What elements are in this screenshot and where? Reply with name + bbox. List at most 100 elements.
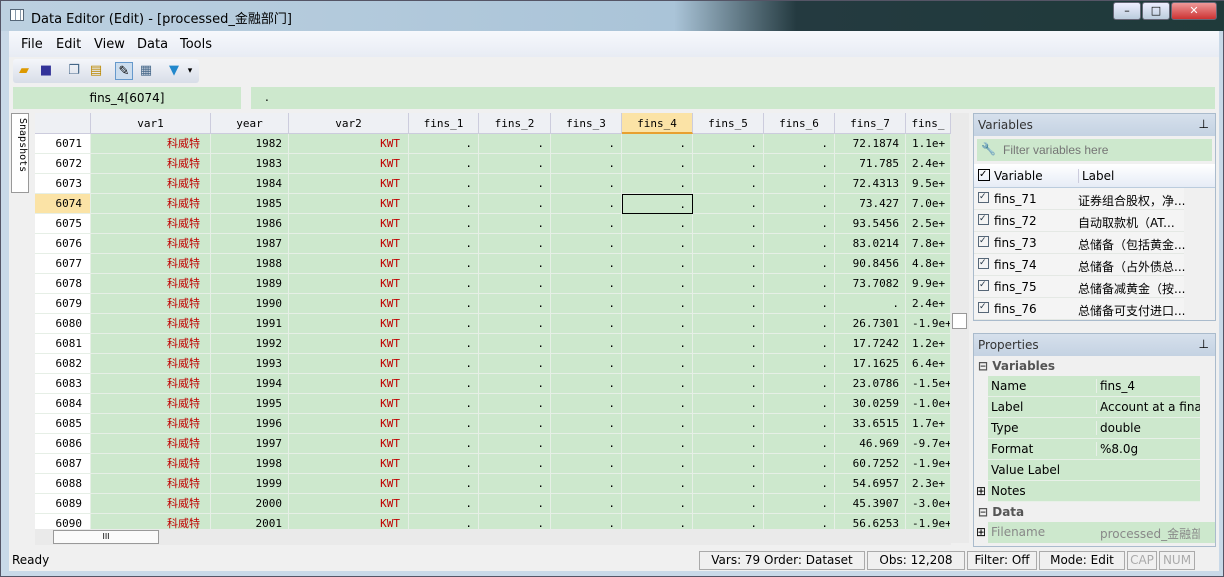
column-header-fins_5[interactable]: fins_5 bbox=[693, 113, 764, 134]
select-all-checkbox[interactable]: ✓ bbox=[978, 169, 990, 181]
save-icon[interactable]: ■ bbox=[37, 62, 55, 80]
table-cell-fins_6[interactable]: . bbox=[764, 234, 835, 254]
expand-icon[interactable]: ⊞ bbox=[976, 484, 986, 498]
table-cell-var2[interactable]: KWT bbox=[289, 174, 409, 194]
data-grid[interactable]: var1 year var2 fins_1 fins_2 fins_3 fins_4 fins… bbox=[35, 113, 969, 543]
maximize-button[interactable]: □ bbox=[1142, 2, 1170, 20]
variable-checkbox[interactable]: ✓ bbox=[978, 258, 989, 269]
table-cell-fins_[interactable]: 7.8e+ bbox=[906, 234, 951, 254]
table-cell-fins_3[interactable]: . bbox=[551, 474, 622, 494]
table-cell-fins_6[interactable]: . bbox=[764, 374, 835, 394]
table-cell-fins_[interactable]: 2.4e+ bbox=[906, 154, 951, 174]
table-cell-var1[interactable]: 科威特 bbox=[91, 474, 211, 494]
column-header-fins_2[interactable]: fins_2 bbox=[479, 113, 551, 134]
table-cell-fins_7[interactable]: 72.1874 bbox=[835, 134, 906, 154]
variable-list-item[interactable]: ✓ fins_74 总储备（占外债总... bbox=[974, 254, 1185, 276]
table-cell-year[interactable]: 1986 bbox=[211, 214, 289, 234]
table-cell-fins_7[interactable]: 60.7252 bbox=[835, 454, 906, 474]
table-cell-fins_6[interactable]: . bbox=[764, 214, 835, 234]
table-cell-var2[interactable]: KWT bbox=[289, 394, 409, 414]
property-row-filename[interactable]: ⊞ Filename processed_金融部 bbox=[976, 522, 1215, 543]
table-cell-fins_6[interactable]: . bbox=[764, 194, 835, 214]
table-cell-year[interactable]: 1994 bbox=[211, 374, 289, 394]
table-cell-fins_4[interactable]: . bbox=[622, 494, 693, 514]
table-cell-fins_5[interactable]: . bbox=[693, 274, 764, 294]
table-cell-fins_7[interactable]: . bbox=[835, 294, 906, 314]
row-number[interactable]: 6072 bbox=[35, 154, 91, 174]
table-cell-fins_1[interactable]: . bbox=[409, 274, 479, 294]
table-cell-var1[interactable]: 科威特 bbox=[91, 174, 211, 194]
table-cell-var2[interactable]: KWT bbox=[289, 474, 409, 494]
row-number[interactable]: 6084 bbox=[35, 394, 91, 414]
row-number[interactable]: 6088 bbox=[35, 474, 91, 494]
row-number[interactable]: 6077 bbox=[35, 254, 91, 274]
table-cell-fins_1[interactable]: . bbox=[409, 134, 479, 154]
table-cell-var1[interactable]: 科威特 bbox=[91, 154, 211, 174]
property-row-format[interactable]: Format %8.0g bbox=[988, 439, 1200, 460]
table-cell-year[interactable]: 1992 bbox=[211, 334, 289, 354]
row-number[interactable]: 6075 bbox=[35, 214, 91, 234]
table-cell-fins_1[interactable]: . bbox=[409, 354, 479, 374]
property-row-notes[interactable]: ⊞ Notes bbox=[976, 481, 1200, 502]
table-cell-var1[interactable]: 科威特 bbox=[91, 494, 211, 514]
table-cell-fins_3[interactable]: . bbox=[551, 394, 622, 414]
table-cell-fins_[interactable]: 2.3e+ bbox=[906, 474, 951, 494]
filter-variables-input[interactable] bbox=[999, 139, 1213, 161]
table-cell-fins_[interactable]: 2.4e+ bbox=[906, 294, 951, 314]
row-number[interactable]: 6074 bbox=[35, 194, 91, 214]
table-cell-fins_7[interactable]: 71.785 bbox=[835, 154, 906, 174]
table-cell-fins_[interactable]: -1.5e+ bbox=[906, 374, 951, 394]
table-cell-fins_3[interactable]: . bbox=[551, 454, 622, 474]
table-cell-fins_5[interactable]: . bbox=[693, 254, 764, 274]
table-cell-fins_7[interactable]: 73.7082 bbox=[835, 274, 906, 294]
table-cell-var2[interactable]: KWT bbox=[289, 354, 409, 374]
table-cell-fins_3[interactable]: . bbox=[551, 334, 622, 354]
table-cell-fins_2[interactable]: . bbox=[479, 254, 551, 274]
table-cell-fins_2[interactable]: . bbox=[479, 334, 551, 354]
table-cell-fins_5[interactable]: . bbox=[693, 234, 764, 254]
table-cell-fins_6[interactable]: . bbox=[764, 254, 835, 274]
menu-data[interactable]: Data bbox=[137, 37, 168, 52]
table-cell-fins_3[interactable]: . bbox=[551, 214, 622, 234]
property-row-label[interactable]: Label Account at a finar bbox=[988, 397, 1200, 418]
table-cell-var2[interactable]: KWT bbox=[289, 374, 409, 394]
table-cell-var1[interactable]: 科威特 bbox=[91, 414, 211, 434]
table-cell-fins_1[interactable]: . bbox=[409, 314, 479, 334]
table-cell-var1[interactable]: 科威特 bbox=[91, 294, 211, 314]
property-row-value-label[interactable]: Value Label bbox=[988, 460, 1200, 481]
table-cell-fins_7[interactable]: 72.4313 bbox=[835, 174, 906, 194]
table-cell-year[interactable]: 1997 bbox=[211, 434, 289, 454]
table-cell-fins_4[interactable]: . bbox=[622, 294, 693, 314]
table-cell-var2[interactable]: KWT bbox=[289, 294, 409, 314]
table-cell-year[interactable]: 2000 bbox=[211, 494, 289, 514]
variable-checkbox[interactable]: ✓ bbox=[978, 302, 989, 313]
table-cell-fins_4[interactable]: . bbox=[622, 394, 693, 414]
table-cell-fins_3[interactable]: . bbox=[551, 234, 622, 254]
table-cell-fins_6[interactable]: . bbox=[764, 474, 835, 494]
table-cell-year[interactable]: 1984 bbox=[211, 174, 289, 194]
table-cell-fins_1[interactable]: . bbox=[409, 494, 479, 514]
table-cell-fins_3[interactable]: . bbox=[551, 274, 622, 294]
table-cell-year[interactable]: 1990 bbox=[211, 294, 289, 314]
table-cell-fins_5[interactable]: . bbox=[693, 354, 764, 374]
table-cell-fins_7[interactable]: 93.5456 bbox=[835, 214, 906, 234]
variable-column-header[interactable]: Variable bbox=[994, 169, 1043, 183]
row-number[interactable]: 6087 bbox=[35, 454, 91, 474]
table-cell-fins_1[interactable]: . bbox=[409, 154, 479, 174]
table-cell-fins_3[interactable]: . bbox=[551, 194, 622, 214]
table-cell-fins_4[interactable]: . bbox=[622, 474, 693, 494]
table-cell-fins_2[interactable]: . bbox=[479, 194, 551, 214]
paste-icon[interactable]: ▤ bbox=[87, 62, 105, 80]
table-cell-fins_[interactable]: 4.8e+ bbox=[906, 254, 951, 274]
table-cell-year[interactable]: 1996 bbox=[211, 414, 289, 434]
horizontal-scroll-thumb[interactable]: III bbox=[53, 530, 159, 544]
pin-icon[interactable]: ⊥ bbox=[1199, 337, 1209, 351]
table-cell-fins_2[interactable]: . bbox=[479, 154, 551, 174]
menu-file[interactable]: File bbox=[21, 37, 43, 52]
row-number[interactable]: 6082 bbox=[35, 354, 91, 374]
table-cell-var2[interactable]: KWT bbox=[289, 434, 409, 454]
table-cell-var1[interactable]: 科威特 bbox=[91, 354, 211, 374]
property-row-name[interactable]: Name fins_4 bbox=[988, 376, 1200, 397]
row-number[interactable]: 6086 bbox=[35, 434, 91, 454]
table-cell-fins_[interactable]: -3.0e+ bbox=[906, 494, 951, 514]
